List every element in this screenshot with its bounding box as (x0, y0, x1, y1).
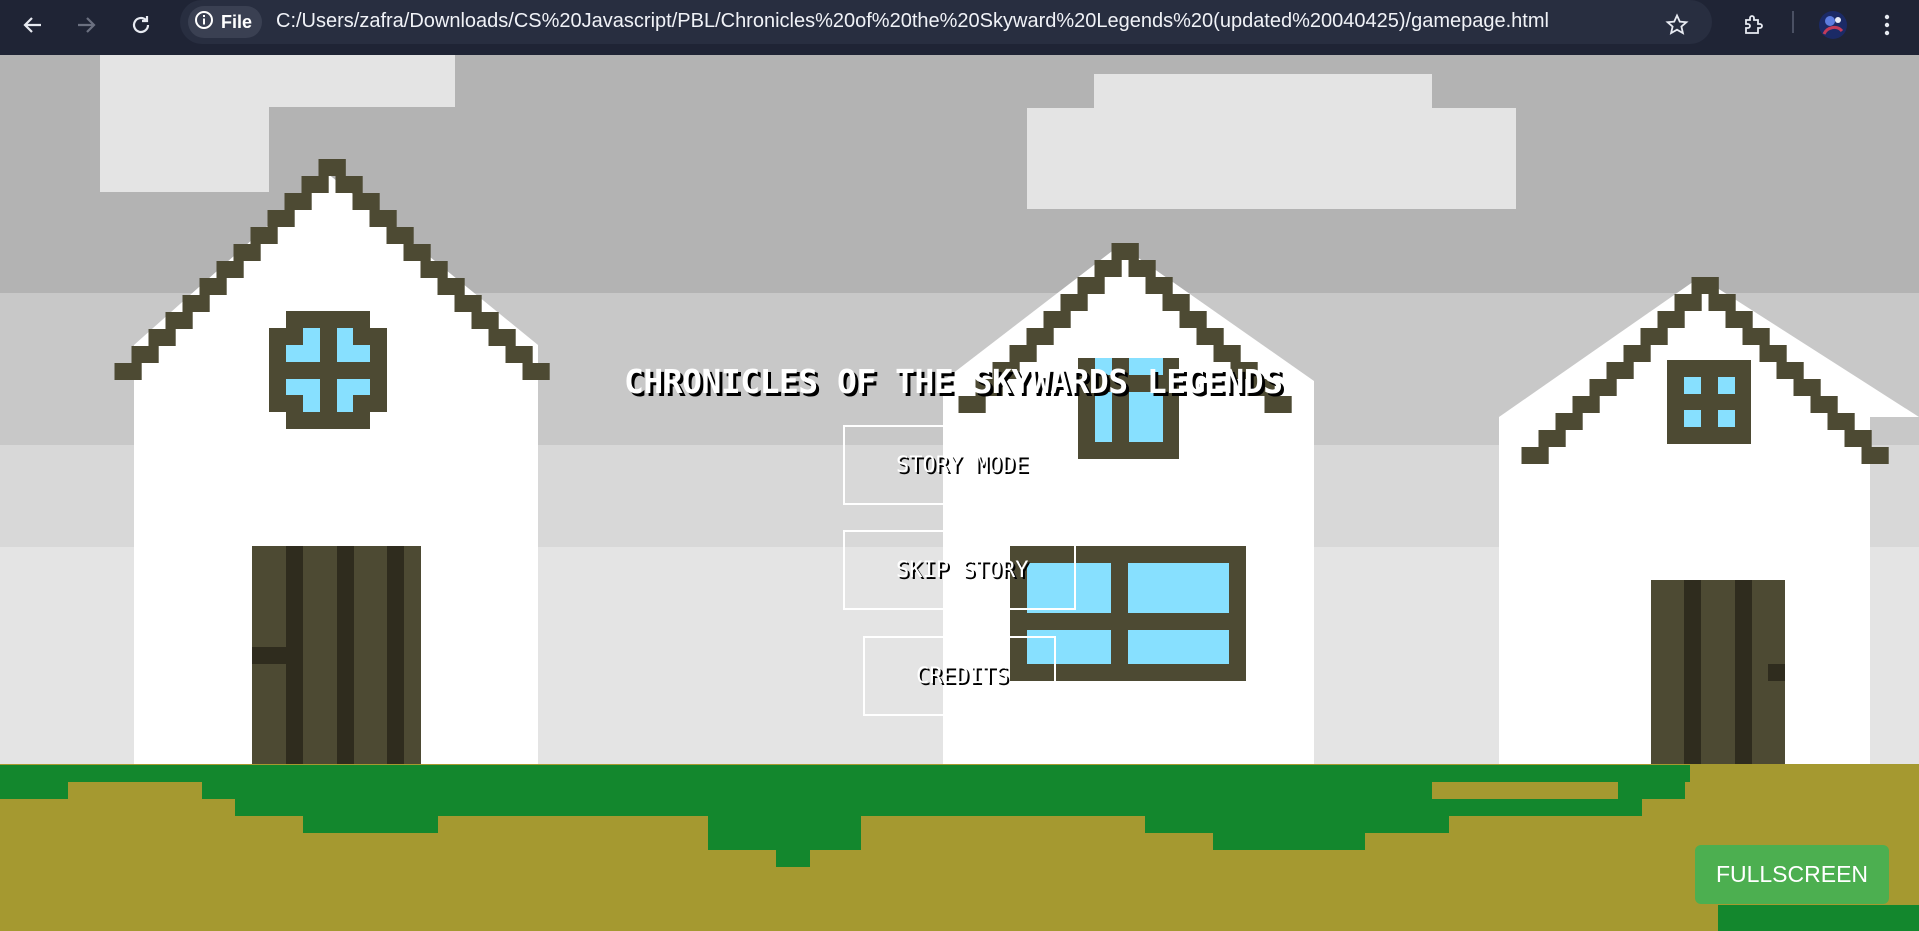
roof-pixel (182, 295, 210, 312)
roof-pixel (352, 193, 380, 210)
forward-arrow-icon[interactable] (67, 6, 105, 44)
roof-pixel (1623, 345, 1651, 362)
door-left (252, 546, 421, 776)
roof-pixel (1793, 379, 1821, 396)
url-text[interactable]: C:/Users/zafra/Downloads/CS%20Javascript… (276, 10, 1549, 33)
grass-pixel (0, 782, 68, 799)
roof-pixel (1077, 277, 1105, 294)
roof-pixel (420, 261, 448, 278)
browser-toolbar: File C:/Users/zafra/Downloads/CS%20Javas… (0, 0, 1919, 55)
address-bar[interactable]: File C:/Users/zafra/Downloads/CS%20Javas… (180, 0, 1712, 44)
small-window-right (1667, 360, 1751, 444)
roof-pixel (1179, 311, 1207, 328)
roof-pixel (1538, 430, 1566, 447)
roof-pixel (1742, 328, 1770, 345)
grass-pixel (1213, 833, 1365, 850)
roof-pixel (335, 176, 363, 193)
roof-pixel (1162, 294, 1190, 311)
roof-pixel (114, 363, 142, 380)
grass-pixel (303, 816, 438, 833)
grass-pixel (506, 799, 590, 816)
fullscreen-button[interactable]: FULLSCREEN (1695, 845, 1889, 904)
file-chip-label: File (221, 11, 253, 32)
roof-pixel (1708, 294, 1736, 311)
roof-pixel (1111, 243, 1139, 260)
roof-pixel (1759, 345, 1787, 362)
grass-pixel (0, 765, 1690, 782)
story-mode-button[interactable]: STORY MODE (896, 453, 1028, 478)
roof-pixel (403, 244, 431, 261)
roof-pixel (1606, 362, 1634, 379)
game-title: CHRONICLES OF THE SKYWARDS LEGENDS (624, 362, 1283, 401)
roof-pixel (267, 210, 295, 227)
roof-pixel (1640, 328, 1668, 345)
roof-pixel (369, 210, 397, 227)
reload-icon[interactable] (122, 6, 160, 44)
roof-pixel (216, 261, 244, 278)
star-icon[interactable] (1658, 6, 1696, 44)
roof-pixel (1060, 294, 1088, 311)
roof-pixel (1776, 362, 1804, 379)
roof-pixel (505, 346, 533, 363)
roof-pixel (1009, 345, 1037, 362)
roof-pixel (1555, 413, 1583, 430)
roof-pixel (199, 278, 227, 295)
roof-pixel (1691, 277, 1719, 294)
roof-pixel (1657, 311, 1685, 328)
roof-pixel (301, 176, 329, 193)
grass-pixel (1466, 799, 1618, 816)
info-icon (194, 10, 214, 35)
roof-pixel (386, 227, 414, 244)
roof-pixel (1844, 430, 1872, 447)
roof-pixel (1674, 294, 1702, 311)
roof-pixel (148, 329, 176, 346)
kebab-menu-icon[interactable] (1868, 6, 1906, 44)
grass-pixel (202, 782, 1432, 799)
credits-button[interactable]: CREDITS (916, 664, 1009, 689)
game-canvas[interactable]: CHRONICLES OF THE SKYWARDS LEGENDS STORY… (0, 55, 1919, 931)
round-window-left (269, 311, 387, 429)
roof-pixel (522, 363, 550, 380)
roof-pixel (131, 346, 159, 363)
roof-pixel (233, 244, 261, 261)
skip-story-button[interactable]: SKIP STORY (896, 558, 1028, 583)
profile-avatar-icon[interactable] (1814, 6, 1852, 44)
roof-pixel (1196, 328, 1224, 345)
grass-pixel (708, 816, 861, 833)
grass-pixel (1145, 816, 1449, 833)
roof-pixel (1521, 447, 1549, 464)
back-arrow-icon[interactable] (14, 6, 52, 44)
roof-pixel (1861, 447, 1889, 464)
roof-pixel (1572, 396, 1600, 413)
roof-pixel (284, 193, 312, 210)
toolbar-divider (1792, 11, 1794, 33)
roof-pixel (488, 329, 516, 346)
file-chip[interactable]: File (188, 6, 263, 38)
roof-pixel (1810, 396, 1838, 413)
door-right (1651, 580, 1785, 776)
roof-pixel (1213, 345, 1241, 362)
roof-pixel (1026, 328, 1054, 345)
roof-pixel (250, 227, 278, 244)
roof-pixel (1094, 260, 1122, 277)
grass-pixel (776, 850, 810, 867)
roof-pixel (1589, 379, 1617, 396)
roof-pixel (1145, 277, 1173, 294)
roof-pixel (437, 278, 465, 295)
roof-pixel (471, 312, 499, 329)
roof-pixel (454, 295, 482, 312)
roof-pixel (1128, 260, 1156, 277)
roof-pixel (1827, 413, 1855, 430)
roof-pixel (1725, 311, 1753, 328)
ground (0, 764, 1919, 931)
grass-pixel (708, 833, 861, 850)
roof-pixel (318, 159, 346, 176)
extensions-icon[interactable] (1734, 6, 1772, 44)
roof-pixel (1043, 311, 1071, 328)
pixel-village-scene (0, 55, 1919, 931)
grass-pixel (1618, 782, 1685, 799)
roof-pixel (165, 312, 193, 329)
